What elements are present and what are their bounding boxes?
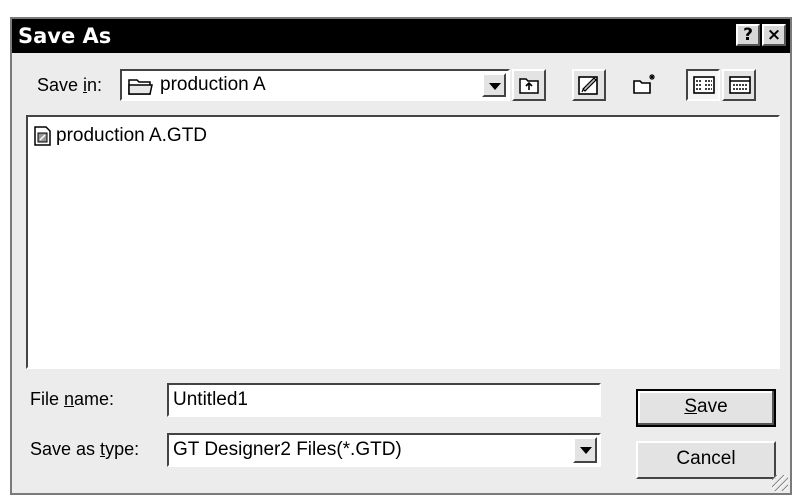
list-view-button[interactable] — [686, 69, 720, 101]
up-one-level-icon — [518, 74, 540, 101]
title-bar[interactable]: Save As ? × — [12, 19, 790, 53]
gtd-file-icon — [34, 126, 52, 151]
save-as-type-label: Save as type: — [30, 439, 140, 459]
file-name-label: File name: — [30, 389, 115, 409]
cancel-button[interactable]: Cancel — [636, 441, 776, 479]
help-button[interactable]: ? — [736, 24, 760, 46]
save-in-value: production A — [160, 74, 266, 95]
file-name-input[interactable]: Untitled1 — [167, 383, 601, 417]
up-one-level-button[interactable] — [512, 69, 546, 101]
save-in-dropdown-button[interactable] — [482, 73, 506, 97]
save-as-type-select[interactable]: GT Designer2 Files(*.GTD) — [167, 433, 601, 467]
resize-grip[interactable] — [772, 475, 788, 491]
list-view-icon — [693, 76, 715, 99]
save-button[interactable]: Save — [636, 389, 776, 427]
file-list[interactable]: production A.GTD — [26, 115, 780, 369]
close-button[interactable]: × — [762, 24, 786, 46]
file-name-text: production A.GTD — [56, 125, 208, 146]
file-name-value: Untitled1 — [173, 389, 248, 410]
save-in-label: Save in: — [37, 75, 103, 95]
details-view-icon — [729, 76, 751, 99]
save-as-type-value: GT Designer2 Files(*.GTD) — [173, 439, 402, 460]
details-view-button[interactable] — [722, 69, 756, 101]
new-folder-icon — [632, 72, 658, 101]
create-new-folder-button[interactable] — [628, 69, 662, 101]
save-as-type-dropdown-button[interactable] — [573, 437, 597, 463]
desktop-button[interactable] — [572, 69, 606, 101]
save-in-combo[interactable]: production A — [120, 69, 510, 101]
save-as-dialog: Save As ? × Save in: production A produc… — [10, 17, 792, 495]
dialog-title: Save As — [18, 24, 112, 48]
desktop-icon — [577, 73, 601, 102]
folder-icon — [128, 76, 154, 101]
